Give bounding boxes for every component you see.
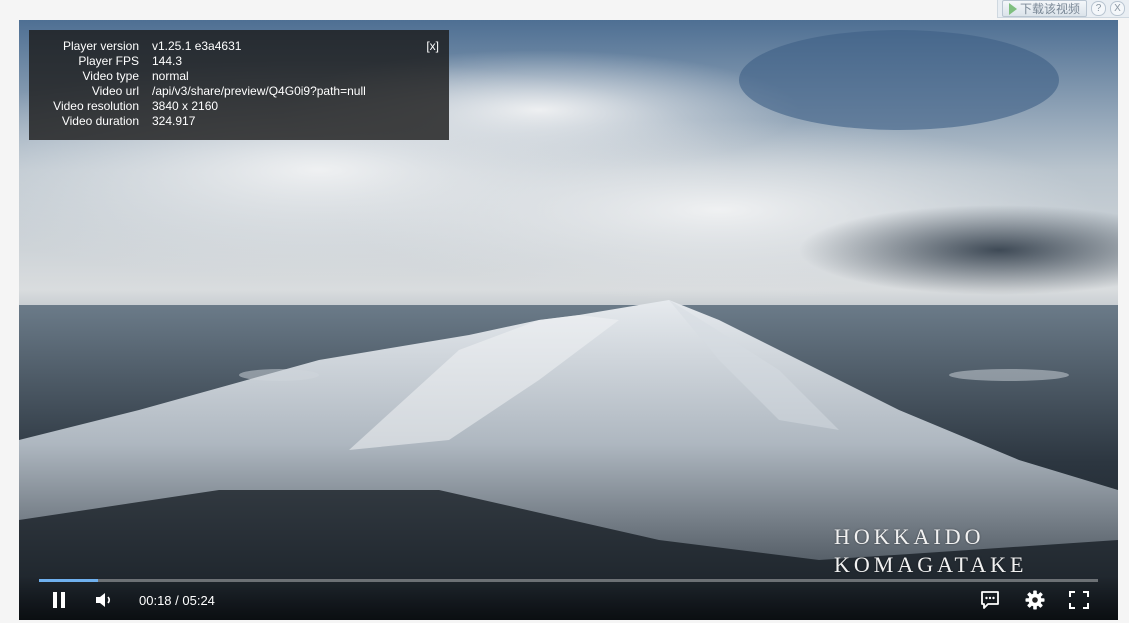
fullscreen-icon [1069,591,1089,609]
settings-button[interactable] [1024,589,1046,611]
stats-row: Video type normal [29,69,366,84]
watermark-line2: KOMAGATAKE [834,552,1028,577]
stats-key: Video type [82,69,140,83]
progress-bar[interactable] [39,579,1098,582]
play-triangle-icon [1008,2,1017,15]
stats-value: /api/v3/share/preview/Q4G0i9?path=null [152,84,366,98]
stats-key: Player version [62,39,139,53]
watermark-line1: HOKKAIDO [834,524,985,549]
download-widget: 下载该视频 ? X [996,0,1129,18]
stats-value: 3840 x 2160 [152,99,219,113]
stats-row: Video url/api/v3/share/preview/Q4G0i9?pa… [29,84,366,99]
download-video-label: 下载该视频 [1019,2,1080,16]
stats-value: 324.917 [152,114,196,128]
volume-icon [96,593,111,607]
help-icon: ? [1095,3,1102,14]
stats-row: Video duration 324.917 [29,114,366,129]
download-video-button[interactable]: 下载该视频 [1001,0,1087,17]
time-display: 00:18 / 05:24 [139,593,215,608]
stats-close-button[interactable]: [x] [426,39,439,53]
stats-key: Video duration [61,114,139,128]
video-player[interactable]: Player version v1.25.1 e3a4631 Player FPS… [19,20,1118,620]
settings-icon [1025,590,1045,610]
stats-table: Player version v1.25.1 e3a4631 Player FPS… [29,39,366,129]
stats-row: Player FPS 144.3 [29,54,366,69]
stats-row: Player version v1.25.1 e3a4631 [29,39,366,54]
close-widget-button[interactable]: X [1110,1,1125,16]
pause-icon [53,592,65,608]
help-button[interactable]: ? [1091,1,1106,16]
subtitles-button[interactable] [979,589,1001,611]
fullscreen-button[interactable] [1068,589,1090,611]
subtitles-icon [981,591,999,609]
stats-value: v1.25.1 e3a4631 [152,39,242,53]
stats-value: normal [152,69,189,83]
stats-key: Video resolution [53,99,139,113]
stats-value: 144.3 [152,54,183,68]
pause-button[interactable] [49,589,69,611]
stats-key: Player FPS [78,54,139,68]
volume-button[interactable] [94,589,116,611]
stats-key: Video url [91,84,139,98]
stats-row: Video resolution 3840 x 2160 [29,99,366,114]
progress-fill [39,579,98,582]
stats-overlay: Player version v1.25.1 e3a4631 Player FPS… [29,30,449,140]
close-icon: X [1114,3,1121,14]
